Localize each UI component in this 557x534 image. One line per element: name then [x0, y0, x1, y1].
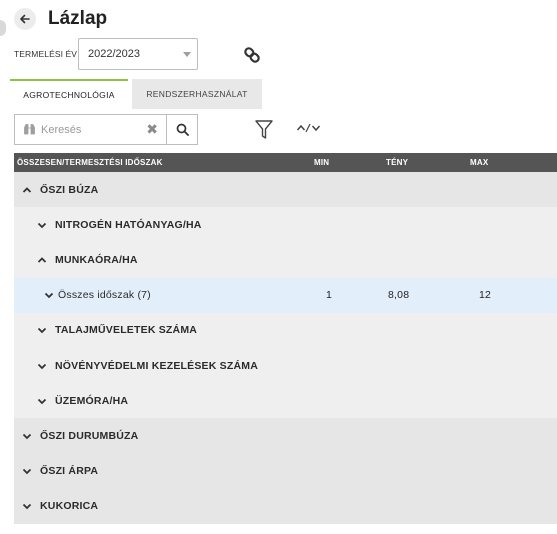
chevron-down-icon: [22, 433, 32, 440]
table-row-selected[interactable]: Összes időszak (7) 1 8,08 12: [14, 277, 557, 313]
cell-teny: 8,08: [388, 289, 410, 302]
filter-icon[interactable]: [254, 119, 274, 141]
chevron-down-icon: [44, 293, 54, 299]
row-label: ŐSZI ÁRPA: [40, 465, 99, 478]
tab-bar: AGROTECHNOLÓGIA RENDSZERHASZNÁLAT: [10, 79, 262, 109]
table-body: ŐSZI BÚZA NITROGÉN HATÓANYAG/HA MUNKAÓRA…: [14, 172, 557, 524]
row-label: ÜZEMÓRA/HA: [55, 394, 129, 407]
row-label: NITROGÉN HATÓANYAG/HA: [55, 218, 202, 231]
search-field-wrap: ✖: [15, 115, 167, 144]
clear-icon[interactable]: ✖: [146, 122, 158, 136]
search-input[interactable]: [41, 123, 131, 136]
link-icon[interactable]: [240, 43, 264, 67]
header-min: MIN: [314, 158, 330, 167]
table-header: ÖSSZESEN/TERMESZTÉSI IDŐSZAK MIN TÉNY MA…: [14, 153, 557, 172]
chevron-down-icon: [37, 363, 47, 369]
row-label: ŐSZI DURUMBÚZA: [40, 429, 139, 442]
tab-rendszerhasznalat[interactable]: RENDSZERHASZNÁLAT: [132, 79, 262, 109]
table-row[interactable]: ŐSZI ÁRPA: [14, 453, 557, 489]
page-header: Lázlap: [14, 6, 107, 32]
table-row[interactable]: ÜZEMÓRA/HA: [14, 383, 557, 419]
row-label: Összes időszak (7): [58, 289, 151, 302]
chevron-down-icon: [22, 504, 32, 510]
search-box: ✖: [14, 114, 198, 145]
header-max: MAX: [470, 158, 489, 167]
table-row[interactable]: NÖVÉNYVÉDELMI KEZELÉSEK SZÁMA: [14, 347, 557, 384]
row-label: ŐSZI BÚZA: [40, 183, 99, 196]
search-button[interactable]: [167, 115, 197, 144]
table-row[interactable]: ŐSZI DURUMBÚZA: [14, 418, 557, 454]
caret-down-icon: [183, 52, 191, 57]
table-row[interactable]: NITROGÉN HATÓANYAG/HA: [14, 207, 557, 243]
back-button[interactable]: [14, 8, 36, 30]
year-select[interactable]: 2022/2023: [78, 38, 198, 70]
chevron-up-icon: [37, 257, 47, 263]
chevron-down-icon: [37, 328, 47, 334]
chevron-up-down-icon: [296, 123, 321, 133]
table-row[interactable]: MUNKAÓRA/HA: [14, 242, 557, 278]
table-row[interactable]: KUKORICA: [14, 488, 557, 524]
chevron-down-icon: [37, 222, 47, 229]
row-label: KUKORICA: [40, 500, 99, 513]
expand-collapse-toggle[interactable]: [296, 123, 322, 136]
binoculars-icon: [24, 124, 35, 135]
chevron-up-icon: [22, 186, 32, 193]
chevron-down-icon: [22, 468, 32, 475]
chevron-down-icon: [37, 398, 47, 404]
cell-max: 12: [479, 289, 492, 302]
table-row[interactable]: TALAJMŰVELETEK SZÁMA: [14, 312, 557, 348]
year-select-value: 2022/2023: [88, 48, 140, 60]
row-label: TALAJMŰVELETEK SZÁMA: [55, 324, 198, 337]
side-panel-handle[interactable]: [0, 20, 6, 36]
search-icon: [176, 123, 189, 136]
row-label: MUNKAÓRA/HA: [55, 253, 138, 266]
header-name: ÖSSZESEN/TERMESZTÉSI IDŐSZAK: [17, 158, 163, 167]
tab-agrotechnologia[interactable]: AGROTECHNOLÓGIA: [10, 79, 128, 109]
table-row[interactable]: ŐSZI BÚZA: [14, 172, 557, 208]
header-teny: TÉNY: [386, 158, 409, 167]
arrow-left-icon: [20, 14, 30, 24]
row-label: NÖVÉNYVÉDELMI KEZELÉSEK SZÁMA: [55, 359, 258, 372]
cell-min: 1: [326, 289, 333, 302]
page-title: Lázlap: [48, 8, 108, 29]
year-label: TERMELÉSI ÉV: [14, 49, 78, 59]
